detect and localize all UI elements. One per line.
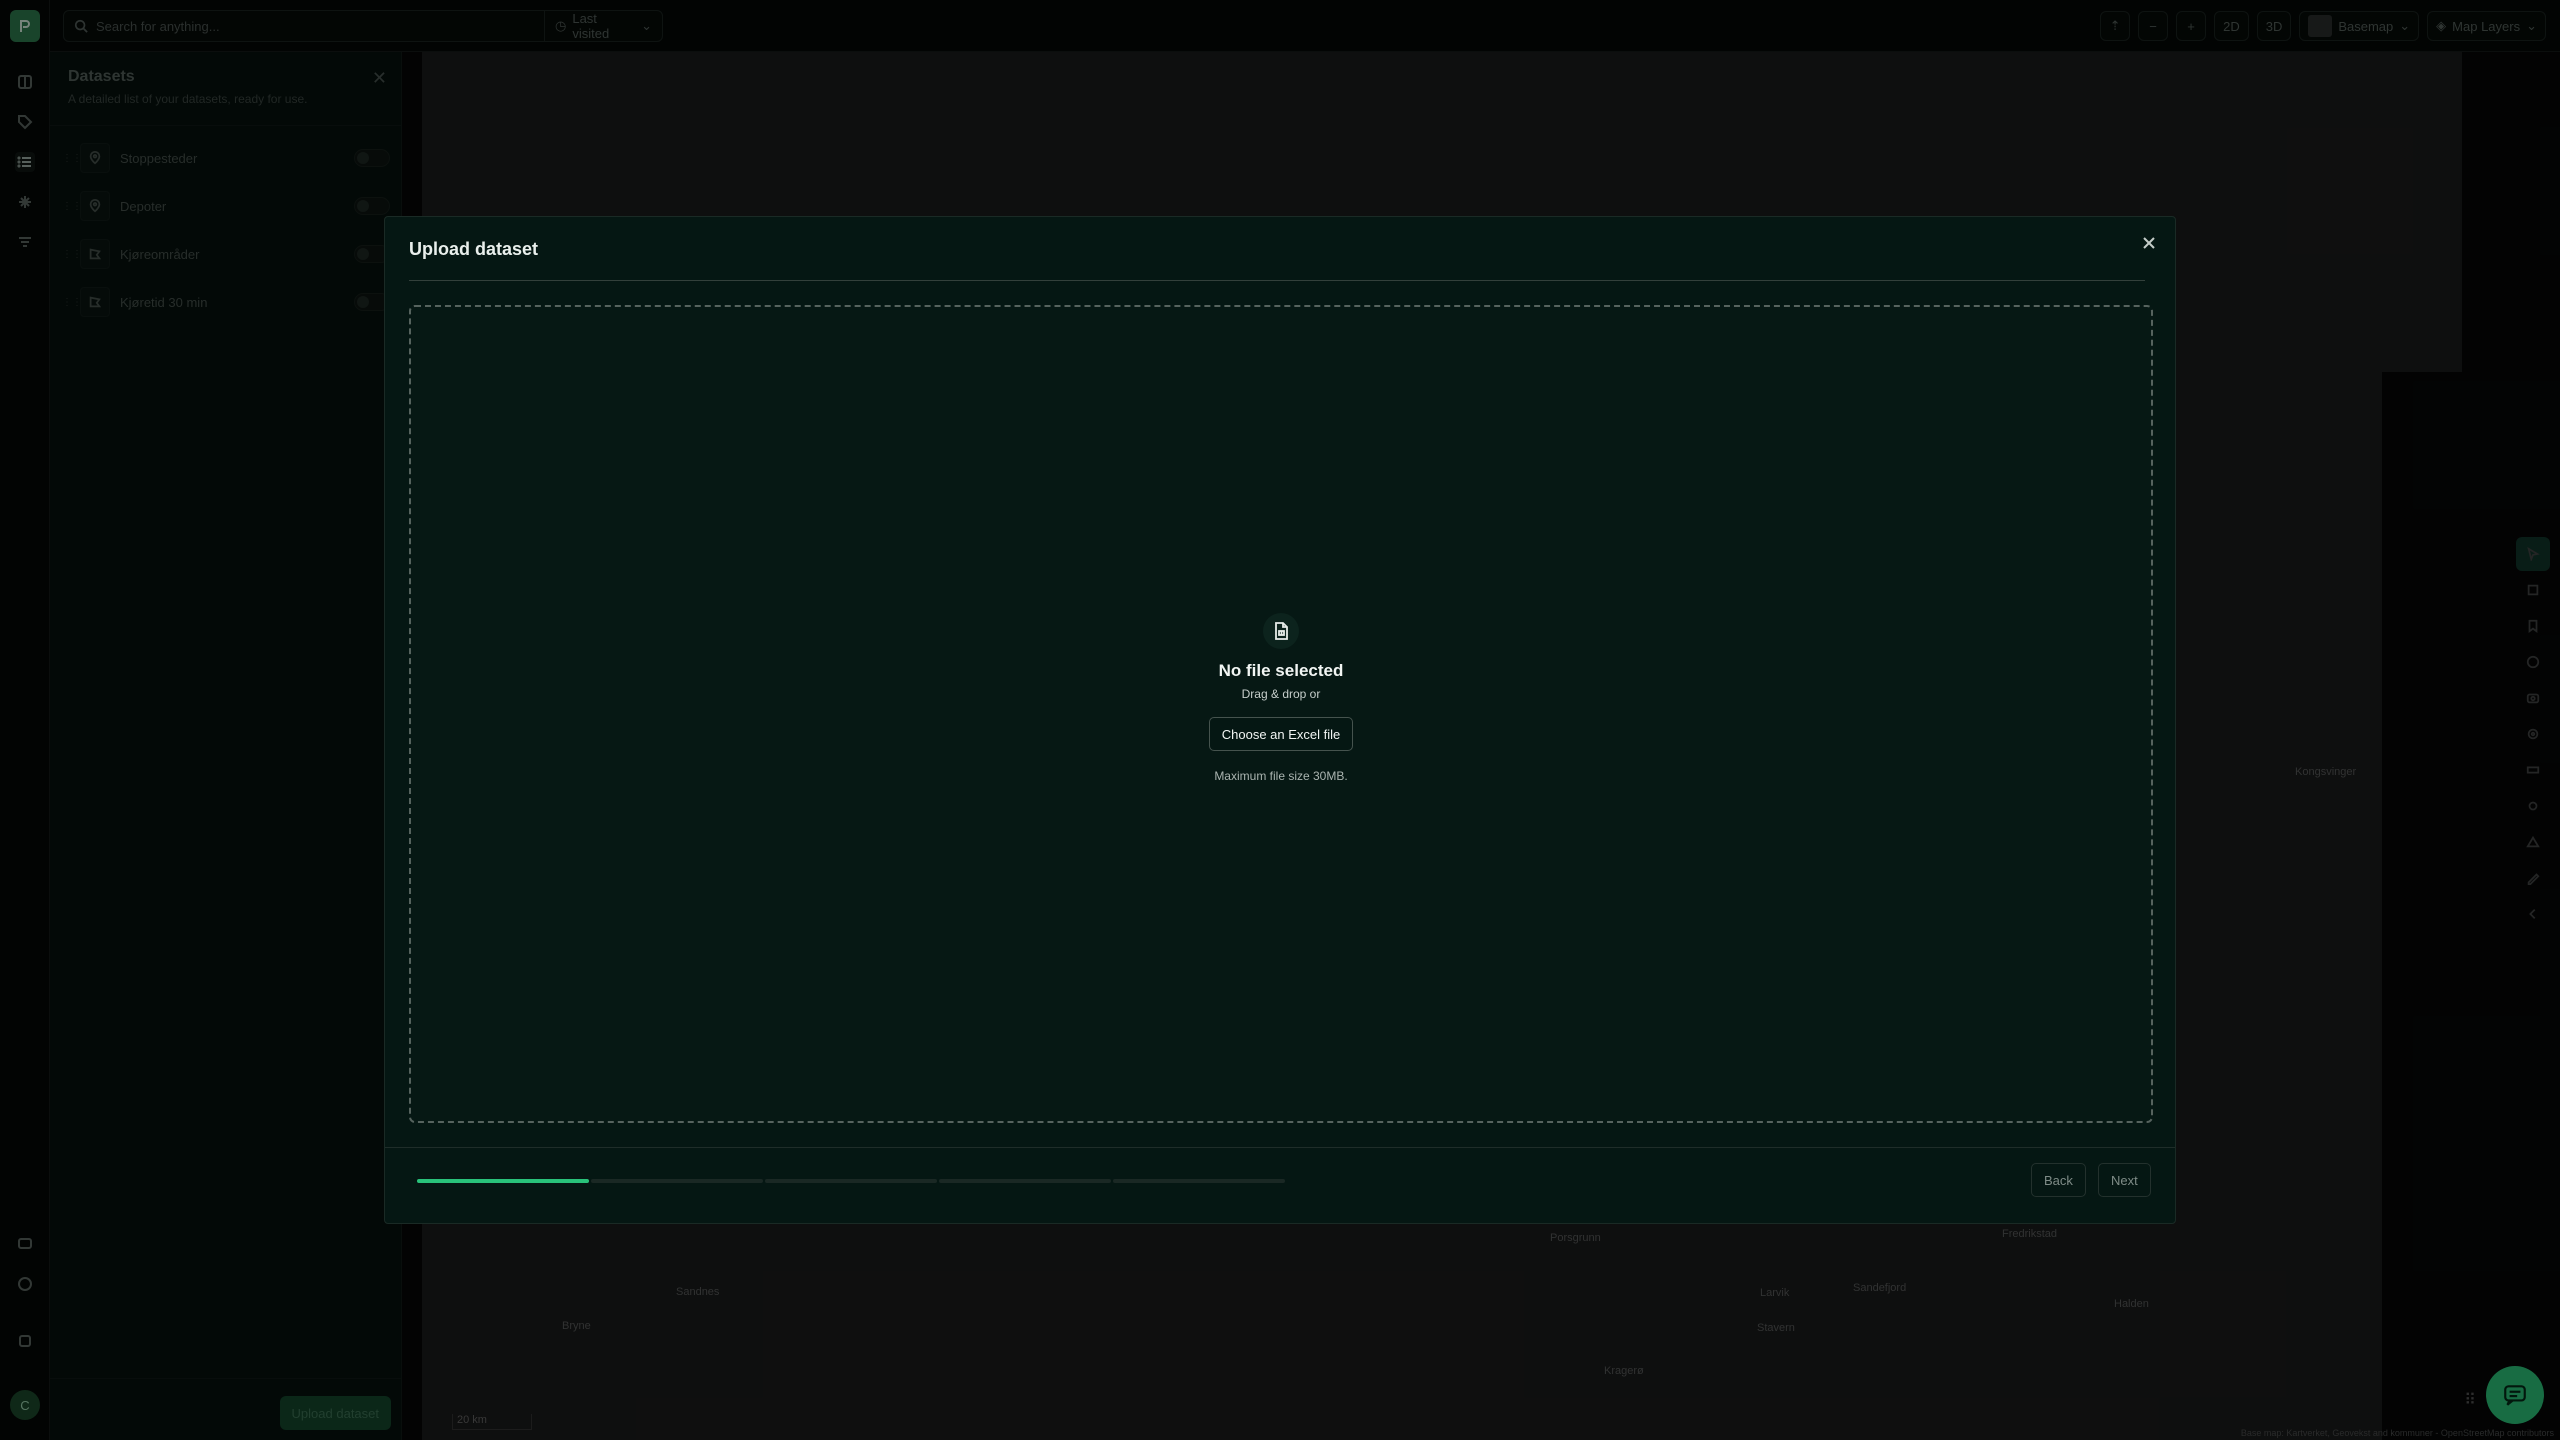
upload-dataset-modal: Upload dataset No file selected Drag & d… xyxy=(384,216,2176,1224)
progress-step xyxy=(417,1179,589,1183)
spreadsheet-file-icon xyxy=(1263,613,1299,649)
next-button[interactable]: Next xyxy=(2098,1163,2151,1197)
choose-file-button[interactable]: Choose an Excel file xyxy=(1208,717,1354,751)
progress-step xyxy=(1113,1179,1285,1183)
back-button[interactable]: Back xyxy=(2031,1163,2086,1197)
close-icon xyxy=(2143,237,2155,249)
modal-close-button[interactable] xyxy=(2137,231,2161,255)
no-file-selected-text: No file selected xyxy=(1218,661,1344,680)
progress-step xyxy=(591,1179,763,1183)
modal-footer-divider xyxy=(385,1147,2175,1148)
dropzone-content: No file selected Drag & drop or Choose a… xyxy=(1151,613,1411,783)
drag-drop-text: Drag & drop or xyxy=(1241,687,1321,701)
file-dropzone[interactable]: No file selected Drag & drop or Choose a… xyxy=(409,305,2153,1123)
step-progress xyxy=(417,1179,1285,1183)
modal-header-divider xyxy=(409,280,2145,281)
modal-title: Upload dataset xyxy=(409,239,539,259)
progress-step xyxy=(765,1179,937,1183)
progress-step xyxy=(939,1179,1111,1183)
max-file-size-text: Maximum file size 30MB. xyxy=(1214,769,1348,783)
app-root: C ◷ Last visited ⌄ ⇡ − + 2D 3D Basemap ⌄ xyxy=(0,0,2560,1440)
